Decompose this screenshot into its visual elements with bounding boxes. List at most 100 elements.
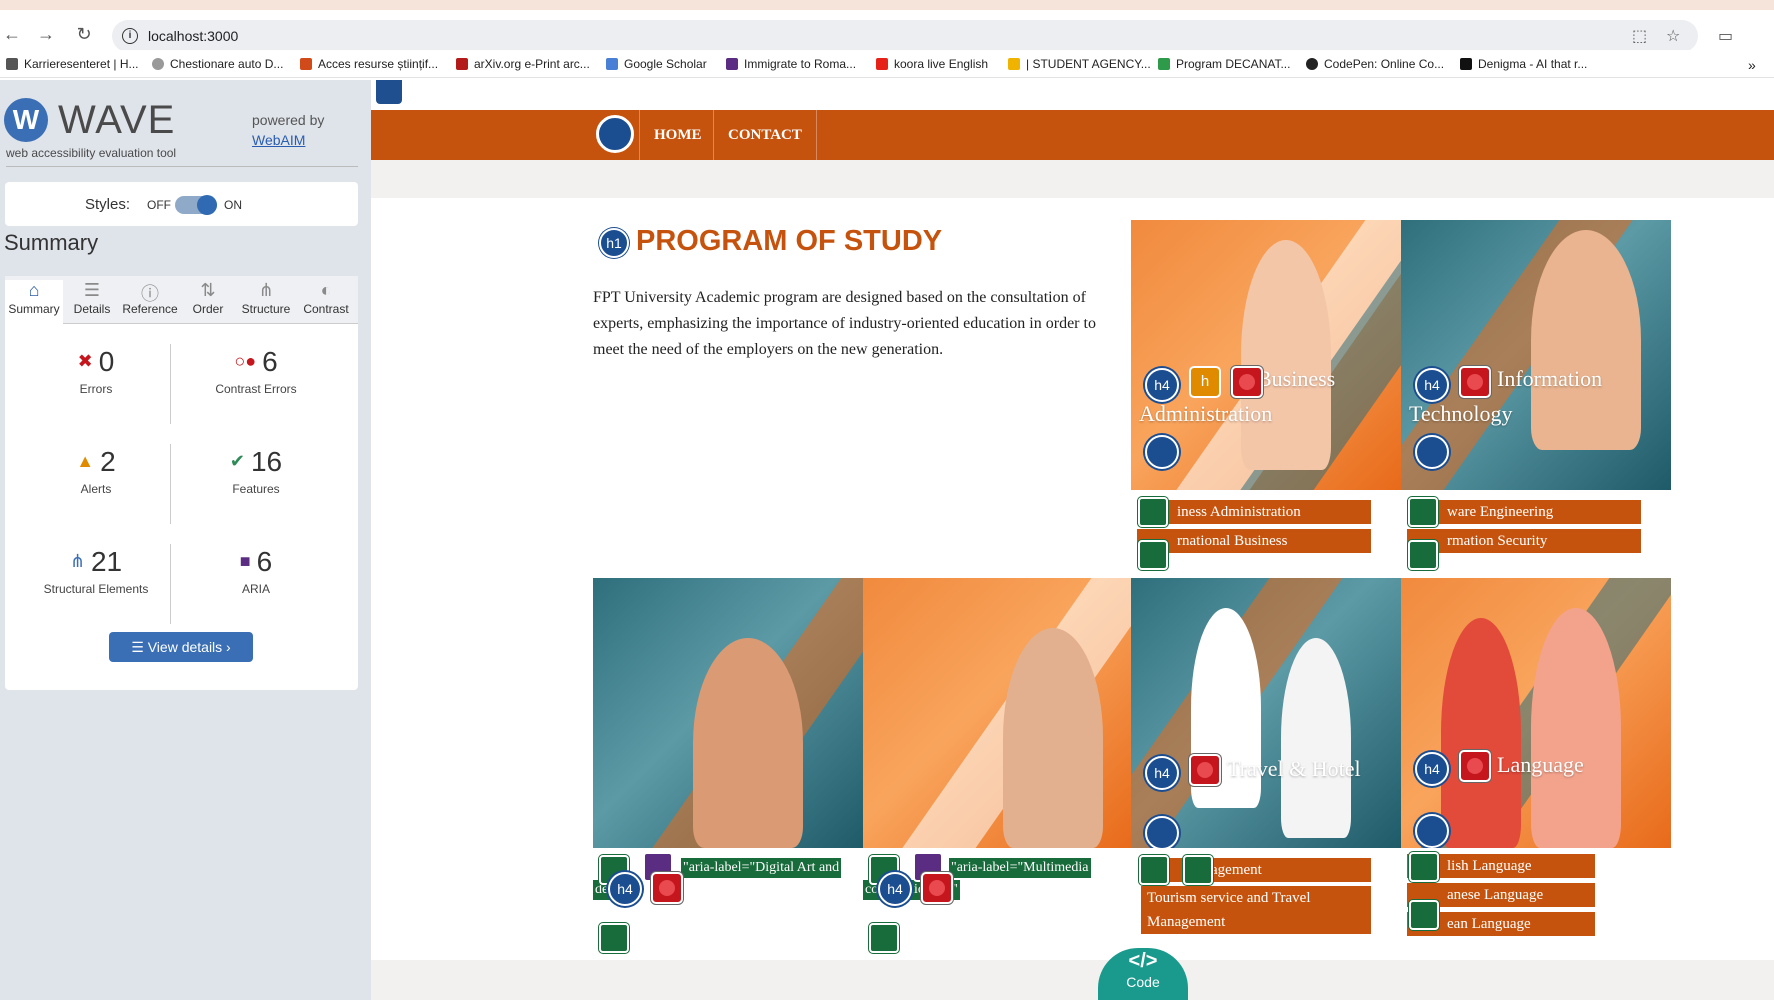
more-bookmarks-icon[interactable]: » (1748, 57, 1756, 73)
bookmark-item[interactable]: arXiv.org e-Print arc... (456, 57, 590, 71)
wave-list-icon (596, 115, 634, 153)
wave-h4-badge: h4 (878, 872, 912, 906)
contrast-errors-stat[interactable]: ○● 6 Contrast Errors (181, 346, 331, 396)
wave-feature-icon (869, 923, 899, 953)
program-subitem[interactable]: Tourism service and Travel Management (1141, 886, 1371, 934)
aria-book-icon (376, 80, 402, 104)
wave-logo-icon: W (4, 98, 48, 142)
summary-panel: ⌂ Summary ☰ Details ⓘ Reference ⇅ Order ⋔ Str… (5, 276, 358, 690)
tab-summary[interactable]: ⌂ Summary (5, 280, 63, 324)
bookmark-item[interactable]: Immigrate to Roma... (726, 57, 856, 71)
bookmark-favicon-icon (456, 58, 468, 70)
wave-list-icon (1145, 816, 1179, 848)
program-card-language[interactable]: Language h4 (1401, 578, 1671, 848)
bookmark-favicon-icon (876, 58, 888, 70)
chef-photo (1281, 638, 1351, 838)
styles-label: Styles: (85, 196, 131, 213)
bookmark-item[interactable]: Google Scholar (606, 57, 707, 71)
webaim-link[interactable]: WebAIM (252, 132, 305, 148)
bookmark-item[interactable]: Karrieresenteret | H... (6, 57, 139, 71)
wave-feature-icon (1408, 540, 1438, 570)
wave-h4-badge: h4 (1415, 368, 1449, 402)
styles-off-label: OFF (147, 198, 171, 212)
wave-feature-icon (599, 923, 629, 953)
wave-h4-badge: h4 (1145, 756, 1179, 790)
summary-heading: Summary (4, 230, 99, 255)
program-card-business[interactable]: Business Administration h4 h (1131, 220, 1401, 490)
reading-list-icon[interactable]: ▭ (1718, 26, 1733, 46)
student-photo (693, 638, 803, 848)
program-subitem[interactable]: rmation Security (1407, 529, 1641, 553)
wave-feature-icon (1138, 540, 1168, 570)
aria-icon: ■ (239, 551, 251, 571)
nav-contact-link[interactable]: CONTACT (713, 110, 817, 160)
tab-structure[interactable]: ⋔ Structure (237, 280, 295, 316)
wave-h4-badge: h4 (608, 872, 642, 906)
bookmark-item[interactable]: CodePen: Online Co... (1306, 57, 1444, 71)
wave-logo-subtitle: web accessibility evaluation tool (6, 146, 177, 160)
bookmark-favicon-icon (300, 58, 312, 70)
site-info-icon[interactable]: i (122, 28, 138, 44)
features-stat[interactable]: ✔ 16 Features (181, 446, 331, 496)
back-icon[interactable]: ← (0, 24, 24, 45)
wave-h4-badge: h4 (1145, 368, 1179, 402)
wave-feature-icon (1409, 900, 1439, 930)
install-icon[interactable]: ⬚ (1632, 26, 1647, 46)
program-subitem[interactable]: ware Engineering (1407, 500, 1641, 524)
structural-stat[interactable]: ⋔ 21 Structural Elements (21, 546, 171, 596)
code-toggle-button[interactable]: </> Code (1098, 948, 1188, 1000)
bookmark-star-icon[interactable]: ☆ (1666, 26, 1680, 46)
styles-toggle[interactable] (175, 195, 217, 215)
wave-contrast-error-icon (651, 872, 683, 904)
wave-list-icon (1415, 814, 1449, 848)
alert-icon: ▲ (76, 451, 95, 471)
wave-feature-icon (1138, 497, 1168, 527)
url-field[interactable]: i localhost:3000 (112, 20, 1698, 52)
aria-stat[interactable]: ■ 6 ARIA (181, 546, 331, 596)
info-icon: ⓘ (141, 284, 159, 304)
tab-reference[interactable]: ⓘ Reference (121, 280, 179, 316)
program-card-travel[interactable]: Travel & Hotel h4 (1131, 578, 1401, 848)
view-details-button[interactable]: ☰ View details › (109, 632, 253, 662)
program-subitem[interactable]: iness Administration (1137, 500, 1371, 524)
structure-icon: ⋔ (69, 551, 85, 571)
bookmark-item[interactable]: | STUDENT AGENCY... (1008, 57, 1151, 71)
tab-details[interactable]: ☰ Details (63, 280, 121, 316)
bookmark-item[interactable]: koora live English (876, 57, 988, 71)
reload-icon[interactable]: ↻ (72, 24, 96, 45)
tab-contrast[interactable]: ◐ Contrast (297, 280, 355, 316)
wave-list-icon (1145, 435, 1179, 469)
aria-label-text: "aria-label="Multimedia (949, 858, 1091, 878)
errors-stat[interactable]: ✖ 0 Errors (21, 346, 171, 396)
bookmark-favicon-icon (606, 58, 618, 70)
wave-logo-text: WAVE (58, 98, 176, 142)
alerts-stat[interactable]: ▲ 2 Alerts (21, 446, 171, 496)
program-card-it[interactable]: Information Technology h4 (1401, 220, 1671, 490)
feature-check-icon: ✔ (229, 451, 245, 471)
address-bar-row: ← → ↻ i localhost:3000 ⬚ ☆ ▭ (0, 10, 1774, 52)
program-card-multimedia[interactable] (863, 578, 1133, 848)
error-icon: ✖ (77, 351, 93, 371)
program-subitem[interactable]: rnational Business (1137, 529, 1371, 553)
program-card-digital-art[interactable] (593, 578, 863, 848)
student-photo (1241, 240, 1331, 470)
bookmark-favicon-icon (6, 58, 18, 70)
divider (6, 166, 358, 167)
student-photo (1531, 608, 1621, 848)
wave-feature-icon (1409, 852, 1439, 882)
wave-feature-icon (1139, 855, 1169, 885)
nav-home-link[interactable]: HOME (639, 110, 716, 160)
forward-icon[interactable]: → (34, 24, 58, 45)
tab-order[interactable]: ⇅ Order (179, 280, 237, 316)
site-top-banner (371, 80, 1774, 110)
bookmark-item[interactable]: Program DECANAT... (1158, 57, 1290, 71)
browser-top-strip (0, 0, 1774, 10)
bookmark-item[interactable]: Denigma - AI that r... (1460, 57, 1587, 71)
contrast-icon: ◐ (320, 280, 332, 300)
bookmark-item[interactable]: Acces resurse științif... (300, 57, 438, 71)
wave-feature-icon (1408, 497, 1438, 527)
bookmark-item[interactable]: Chestionare auto D... (152, 57, 283, 71)
program-subitem[interactable]: agement (1141, 858, 1371, 882)
student-photo (1531, 230, 1641, 450)
wave-h4-badge: h4 (1415, 752, 1449, 786)
